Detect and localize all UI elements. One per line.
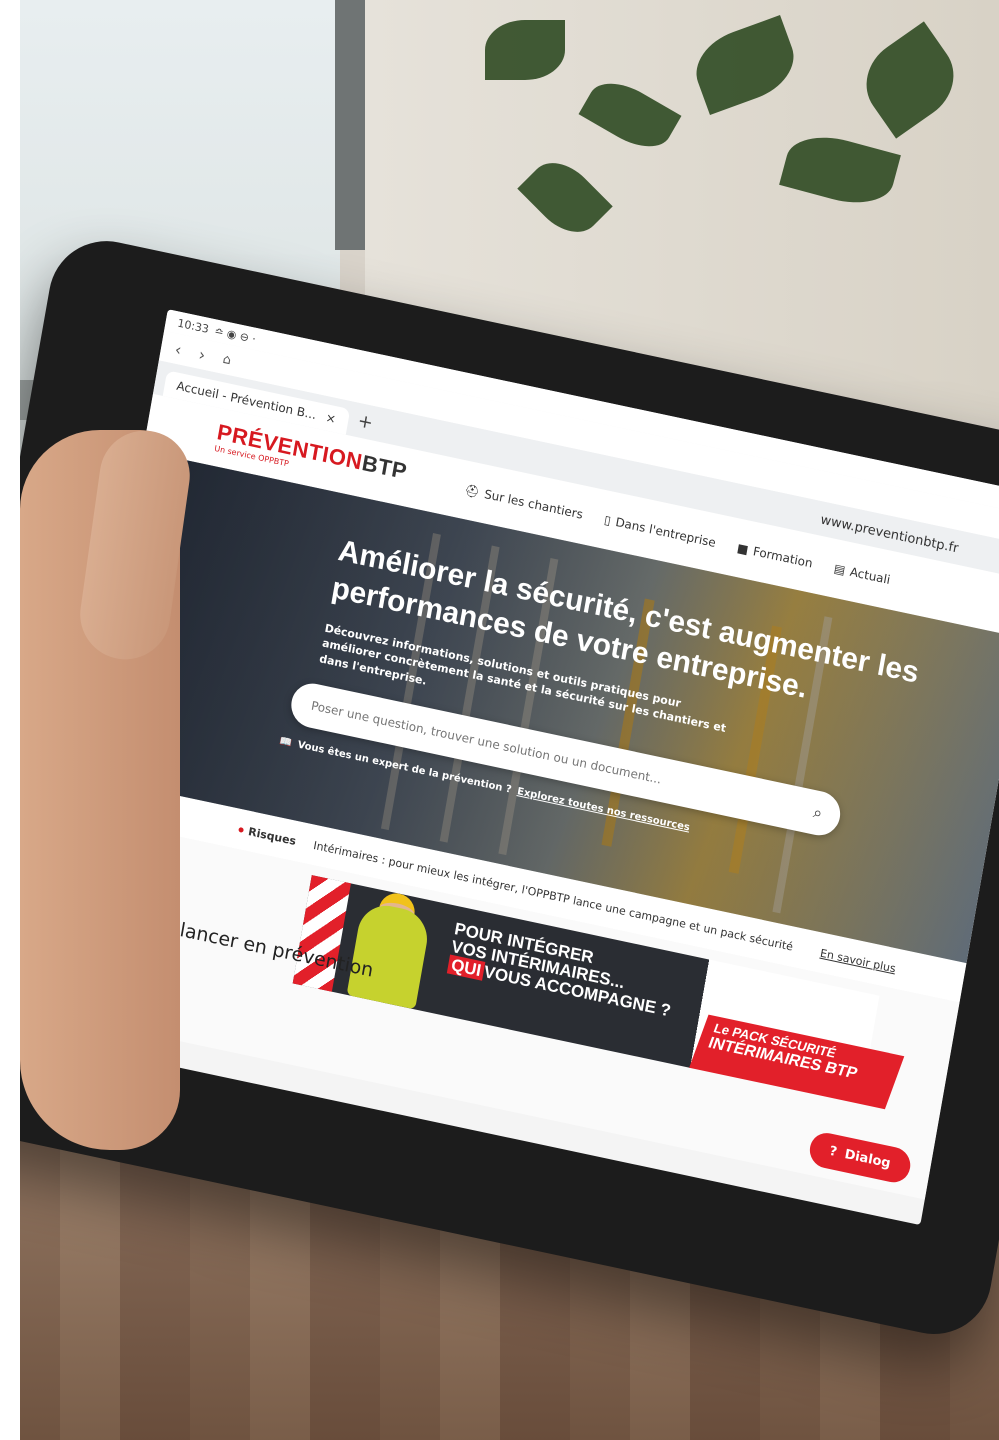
menu-label: Sur les chantiers bbox=[483, 487, 584, 522]
home-icon[interactable]: ⌂ bbox=[222, 351, 233, 367]
tag-dot-icon bbox=[238, 826, 245, 833]
help-icon: ? bbox=[828, 1143, 839, 1161]
menu-label: Formation bbox=[751, 544, 814, 571]
left-margin bbox=[0, 0, 20, 1440]
helmet-icon: ⛑ bbox=[463, 482, 481, 500]
photo-scene: 10:33 ≏ ◉ ⊖ · ‹ › ⌂ Accueil - Prévention… bbox=[0, 0, 999, 1440]
news-tag[interactable]: Risques bbox=[238, 823, 298, 848]
pack-badge: Le PACK SÉCURITÉ INTÉRIMAIRES BTP bbox=[689, 1014, 905, 1110]
book-icon: 📖 bbox=[278, 735, 293, 750]
plant-leaf bbox=[686, 15, 804, 115]
plant-leaf bbox=[779, 126, 901, 214]
worker-figure bbox=[346, 900, 432, 1010]
chevron-left-icon[interactable]: ‹ bbox=[174, 339, 184, 359]
status-time: 10:33 bbox=[176, 316, 210, 336]
clipboard-icon: ▯ bbox=[603, 512, 612, 528]
plant-leaf bbox=[517, 149, 613, 246]
search-icon[interactable]: ⌕ bbox=[812, 802, 824, 824]
menu-item-actualites[interactable]: ▤ Actuali bbox=[833, 561, 891, 587]
menu-item-entreprise[interactable]: ▯ Dans l'entreprise bbox=[603, 512, 717, 549]
menu-label: Dans l'entreprise bbox=[614, 514, 717, 550]
new-tab-button[interactable]: + bbox=[355, 410, 374, 440]
close-icon[interactable]: × bbox=[325, 410, 337, 426]
menu-item-formation[interactable]: ■ Formation bbox=[736, 541, 814, 571]
dialog-label: Dialog bbox=[843, 1147, 892, 1172]
chevron-right-icon[interactable]: › bbox=[197, 344, 207, 364]
read-more-link[interactable]: En savoir plus bbox=[819, 946, 897, 975]
dialog-button[interactable]: ? Dialog bbox=[806, 1129, 914, 1186]
tablet-screen: 10:33 ≏ ◉ ⊖ · ‹ › ⌂ Accueil - Prévention… bbox=[39, 309, 999, 1226]
news-icon: ▤ bbox=[832, 561, 847, 578]
banner-text: POUR INTÉGRER VOS INTÉRIMAIRES... QUIVOU… bbox=[446, 919, 679, 1020]
news-tag-label: Risques bbox=[247, 824, 298, 848]
plant-leaf bbox=[850, 21, 970, 139]
plant-leaf bbox=[578, 70, 682, 160]
window-frame bbox=[335, 0, 365, 250]
plant-leaf bbox=[485, 20, 565, 80]
book-icon: ■ bbox=[735, 540, 750, 557]
menu-label: Actuali bbox=[848, 564, 892, 588]
menu-item-chantiers[interactable]: ⛑ Sur les chantiers bbox=[463, 483, 584, 522]
